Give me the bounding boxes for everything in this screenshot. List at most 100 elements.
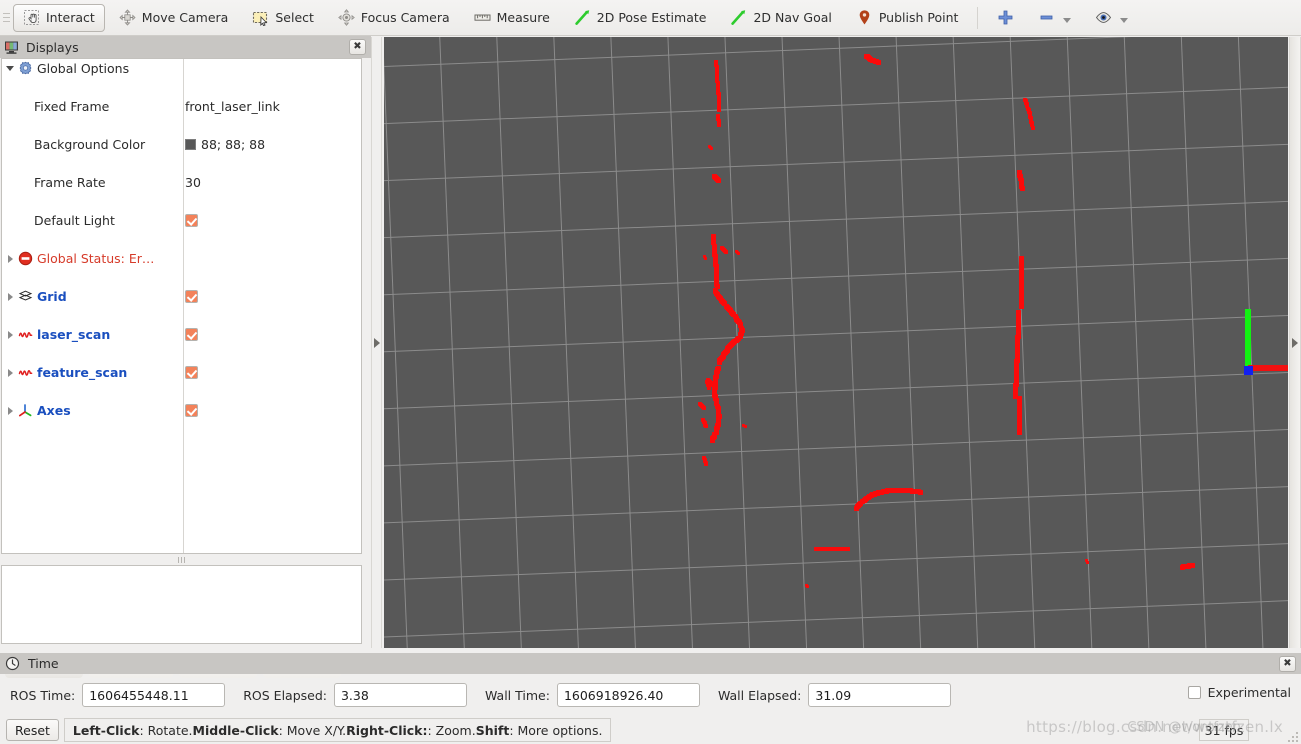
tree-item-laser-scan[interactable]: laser_scan [2,325,361,344]
ros-time-label: ROS Time: [10,687,76,703]
error-icon [18,251,33,266]
tool-select[interactable]: Select [242,4,324,32]
laser-scan-display [384,37,1288,648]
checkbox-grid[interactable] [185,290,198,303]
tree-value-background-color[interactable]: 88; 88; 88 [201,137,265,152]
pose-arrow-icon [574,9,591,26]
axis-x-red [1248,365,1288,371]
scan-point [709,146,713,150]
displays-close-button[interactable]: ✖ [349,39,366,55]
ruler-icon [474,9,491,26]
toolbar-separator [977,6,979,29]
chevron-down-icon[interactable] [1063,18,1072,23]
expander-closed-icon[interactable] [6,254,15,263]
display-properties-panel[interactable] [1,565,362,644]
wall-time-input[interactable]: 1606918926.40 [556,683,700,707]
tree-column-separator[interactable] [183,59,184,553]
tree-item-grid[interactable]: Grid [2,287,361,306]
hint-shift-desc: : More options. [509,722,603,738]
tree-item-global-status[interactable]: Global Status: Er… [2,249,361,268]
experimental-label: Experimental [1207,685,1291,700]
checkbox-default-light[interactable] [185,214,198,227]
tree-item-feature-scan[interactable]: feature_scan [2,363,361,382]
tree-item-fixed-frame[interactable]: Fixed Frame front_laser_link [2,97,361,116]
scan-point [717,108,721,112]
tool-measure[interactable]: Measure [464,4,560,32]
tool-2d-pose-estimate-label: 2D Pose Estimate [596,10,707,25]
checkbox-feature-scan[interactable] [185,366,198,379]
scan-point [875,59,881,65]
tool-publish-point[interactable]: Publish Point [846,4,969,32]
gear-icon [18,61,33,76]
tool-2d-pose-estimate[interactable]: 2D Pose Estimate [564,4,717,32]
map-pin-icon [856,9,873,26]
chevron-left-icon [373,337,380,348]
displays-title-label: Displays [26,39,79,55]
expander-closed-icon-laser-scan[interactable] [6,330,15,339]
time-panel-close-button[interactable]: ✖ [1279,656,1296,672]
ros-time-input[interactable]: 1606455448.11 [82,683,226,707]
checkbox-laser-scan[interactable] [185,328,198,341]
tool-2d-nav-goal[interactable]: 2D Nav Goal [720,4,841,32]
collapse-left-panel-handle[interactable] [371,37,382,648]
scan-point [709,437,715,443]
toolbar-drag-handle[interactable] [1,0,11,36]
grid-icon [18,289,33,304]
tree-label-axes: Axes [37,403,71,418]
displays-tree[interactable]: Global Options Fixed Frame front_laser_l… [1,58,362,554]
move-camera-icon [119,9,136,26]
tree-item-global-options[interactable]: Global Options [2,59,361,78]
panel-splitter[interactable] [1,556,362,564]
scan-point [703,256,707,260]
collapse-right-panel-handle[interactable] [1289,37,1301,648]
tree-value-fixed-frame[interactable]: front_laser_link [185,99,280,114]
clock-icon [5,656,22,671]
remove-display-button[interactable] [1028,4,1081,32]
tool-interact[interactable]: Interact [13,3,105,32]
hint-left-click: Left-Click [72,722,140,738]
scan-point [1189,562,1195,568]
visibility-button[interactable] [1085,4,1138,32]
tree-item-default-light[interactable]: Default Light [2,211,361,230]
tree-label-grid: Grid [37,289,67,304]
hint-right-click-desc: : Zoom. [427,722,476,738]
tree-item-background-color[interactable]: Background Color 88; 88; 88 [2,135,361,154]
scan-point [743,424,747,428]
expander-open-icon[interactable] [6,64,15,73]
tree-item-axes[interactable]: Axes [2,401,361,420]
chevron-down-icon-2[interactable] [1120,18,1129,23]
color-swatch[interactable] [185,139,196,150]
tree-label-global-status: Global Status: Er… [37,251,155,266]
add-display-button[interactable] [987,4,1024,32]
scan-point [1016,429,1022,435]
expander-closed-icon-axes[interactable] [6,406,15,415]
tool-move-camera[interactable]: Move Camera [109,4,239,32]
reset-button[interactable]: Reset [6,719,59,741]
scan-point [1018,303,1024,309]
status-bar: Reset Left-Click: Rotate. Middle-Click: … [0,716,1301,744]
hint-middle-click: Middle-Click [192,722,279,738]
tool-2d-nav-goal-label: 2D Nav Goal [753,10,832,25]
wall-elapsed-input[interactable]: 31.09 [808,683,952,707]
experimental-toggle[interactable]: Experimental [1187,685,1291,700]
scan-point [1085,560,1089,564]
time-panel-title-bar: Time ✖ [0,653,1301,674]
experimental-checkbox[interactable] [1187,686,1201,699]
focus-camera-icon [338,9,355,26]
resize-grip[interactable] [1284,728,1298,742]
tree-item-frame-rate[interactable]: Frame Rate 30 [2,173,361,192]
expander-closed-icon-grid[interactable] [6,292,15,301]
tool-focus-camera[interactable]: Focus Camera [328,4,460,32]
axes-icon [18,403,33,418]
ros-elapsed-input[interactable]: 3.38 [333,683,467,707]
hint-left-click-desc: : Rotate. [139,722,193,738]
tree-value-frame-rate[interactable]: 30 [185,175,201,190]
render-view-3d[interactable] [384,37,1288,648]
hint-middle-click-desc: : Move X/Y. [278,722,347,738]
tool-focus-camera-label: Focus Camera [360,10,450,25]
axis-y-green [1245,309,1251,373]
hand-cursor-icon [23,9,40,26]
expander-closed-icon-feature-scan[interactable] [6,368,15,377]
checkbox-axes[interactable] [185,404,198,417]
scan-point [717,123,721,127]
